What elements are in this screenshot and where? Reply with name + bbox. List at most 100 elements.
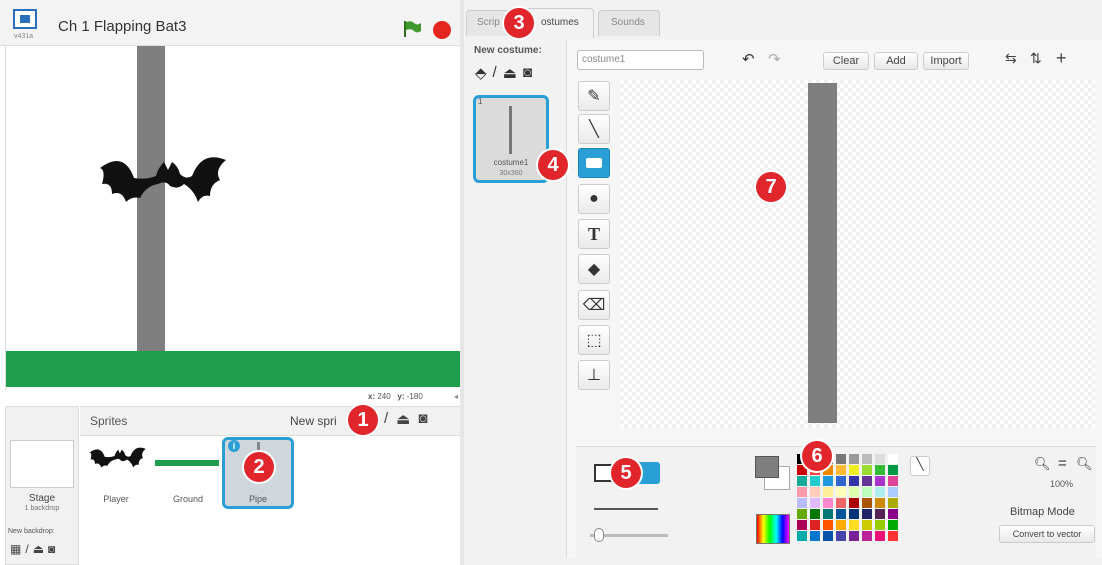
paint-backdrop-icon[interactable]: / [25,542,28,556]
palette-swatch[interactable] [810,509,820,519]
palette-swatch[interactable] [875,531,885,541]
palette-swatch[interactable] [849,476,859,486]
palette-swatch[interactable] [797,498,807,508]
palette-swatch[interactable] [862,476,872,486]
palette-swatch[interactable] [823,509,833,519]
palette-swatch[interactable] [836,498,846,508]
palette-swatch[interactable] [888,454,898,464]
palette-swatch[interactable] [810,476,820,486]
choose-costume-icon[interactable]: ⬘ [475,64,487,82]
palette-swatch[interactable] [810,498,820,508]
palette-swatch[interactable] [836,531,846,541]
palette-swatch[interactable] [875,520,885,530]
palette-swatch[interactable] [888,476,898,486]
palette-swatch[interactable] [823,487,833,497]
eyedropper-icon[interactable]: ╲ [910,456,930,476]
palette-swatch[interactable] [875,465,885,475]
palette-swatch[interactable] [836,520,846,530]
presentation-mode-icon[interactable] [12,8,38,30]
palette-swatch[interactable] [862,531,872,541]
import-button[interactable]: Import [923,52,969,70]
palette-swatch[interactable] [862,487,872,497]
palette-swatch[interactable] [875,509,885,519]
costume-name-field[interactable]: costume1 [577,50,704,70]
stamp-tool[interactable]: ⊥ [578,360,610,390]
clear-button[interactable]: Clear [823,52,869,70]
palette-swatch[interactable] [849,531,859,541]
palette-swatch[interactable] [836,454,846,464]
palette-swatch[interactable] [797,509,807,519]
palette-swatch[interactable] [797,520,807,530]
palette-swatch[interactable] [862,454,872,464]
palette-swatch[interactable] [875,487,885,497]
palette-swatch[interactable] [849,498,859,508]
palette-swatch[interactable] [862,509,872,519]
stage-canvas[interactable] [5,46,460,390]
zoom-in-icon[interactable]: 🔍︎ [1076,456,1093,472]
palette-swatch[interactable] [797,476,807,486]
upload-costume-icon[interactable]: ⏏ [503,64,517,82]
convert-to-vector-button[interactable]: Convert to vector [999,525,1095,543]
fill-tool[interactable]: ◆ [578,254,610,284]
palette-swatch[interactable] [875,498,885,508]
palette-swatch[interactable] [888,531,898,541]
line-width-thumb[interactable] [594,528,604,542]
set-center-icon[interactable]: + [1056,48,1067,69]
zoom-out-icon[interactable]: 🔍︎ [1034,456,1051,472]
palette-swatch[interactable] [823,520,833,530]
paint-canvas[interactable] [620,80,1095,428]
tab-sounds[interactable]: Sounds [598,10,660,36]
palette-swatch[interactable] [875,476,885,486]
stop-button[interactable] [433,21,451,39]
zoom-reset-icon[interactable]: = [1058,455,1067,472]
color-picker-gradient[interactable] [756,514,790,544]
rectangle-tool[interactable] [578,148,610,178]
upload-backdrop-icon[interactable]: ⏏ [33,542,44,556]
palette-swatch[interactable] [823,531,833,541]
palette-swatch[interactable] [849,487,859,497]
palette-swatch[interactable] [849,520,859,530]
palette-swatch[interactable] [862,520,872,530]
select-tool[interactable]: ⬚ [578,325,610,355]
palette-swatch[interactable] [836,487,846,497]
redo-icon[interactable]: ↷ [768,50,781,68]
palette-swatch[interactable] [849,454,859,464]
green-flag-icon[interactable] [402,20,422,38]
flip-horizontal-icon[interactable]: ⇆ [1005,50,1017,67]
bat-sprite[interactable] [94,140,229,230]
ellipse-tool[interactable]: ● [578,184,610,214]
palette-swatch[interactable] [823,476,833,486]
palette-swatch[interactable] [810,487,820,497]
palette-swatch[interactable] [849,509,859,519]
stage-thumbnail[interactable] [10,440,74,488]
text-tool[interactable]: T [578,219,610,249]
palette-swatch[interactable] [862,465,872,475]
info-icon[interactable]: i [228,440,240,452]
line-tool[interactable]: ╲ [578,114,610,144]
palette-swatch[interactable] [810,531,820,541]
sprite-thumb-player[interactable] [82,440,152,500]
palette-swatch[interactable] [875,454,885,464]
project-title[interactable]: Ch 1 Flapping Bat3 [58,18,186,35]
palette-swatch[interactable] [836,509,846,519]
flip-vertical-icon[interactable]: ⇅ [1030,50,1042,67]
primary-color-swatch[interactable] [755,456,779,478]
brush-tool[interactable]: ✎ [578,81,610,111]
palette-swatch[interactable] [797,487,807,497]
palette-swatch[interactable] [797,531,807,541]
paint-costume-icon[interactable]: / [493,64,497,82]
palette-swatch[interactable] [836,465,846,475]
palette-swatch[interactable] [888,498,898,508]
palette-swatch[interactable] [888,520,898,530]
camera-sprite-icon[interactable]: ◙ [418,410,427,428]
palette-swatch[interactable] [862,498,872,508]
camera-backdrop-icon[interactable]: ◙ [48,542,55,556]
sprite-thumb-ground[interactable] [155,460,219,466]
add-button[interactable]: Add [874,52,918,70]
palette-swatch[interactable] [849,465,859,475]
palette-swatch[interactable] [836,476,846,486]
camera-costume-icon[interactable]: ◙ [523,64,532,82]
palette-swatch[interactable] [823,498,833,508]
ground-sprite[interactable] [6,351,460,387]
undo-icon[interactable]: ↶ [742,50,755,68]
